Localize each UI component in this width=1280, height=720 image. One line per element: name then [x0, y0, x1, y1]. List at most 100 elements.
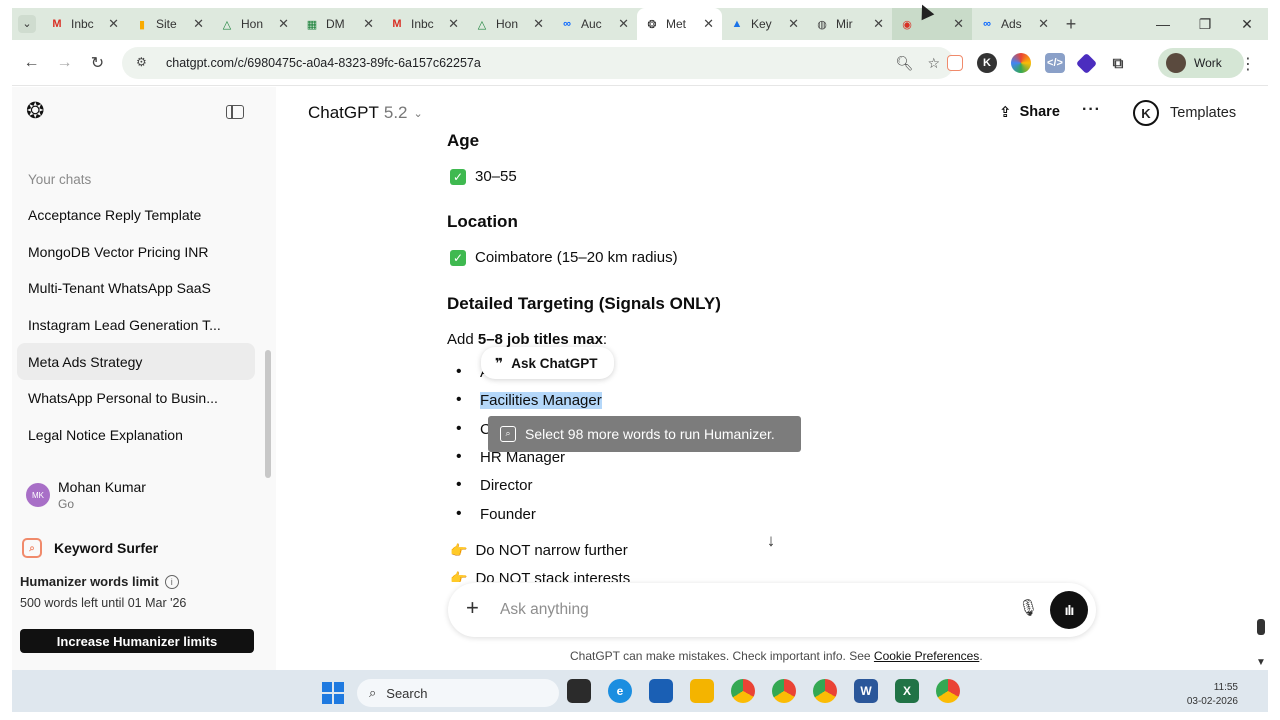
sidebar-chat-item[interactable]: WhatsApp Personal to Busin...: [17, 380, 255, 417]
browser-tab[interactable]: ∞ Auc ✕: [552, 8, 637, 40]
keyword-surfer-extension-icon[interactable]: [947, 55, 963, 71]
system-clock[interactable]: 11:55 03-02-2026: [1187, 681, 1238, 709]
close-tab-icon[interactable]: ✕: [363, 16, 374, 32]
add-attachment-icon[interactable]: +: [466, 595, 479, 621]
model-selector[interactable]: ChatGPT 5.2 ⌄: [308, 103, 423, 123]
quote-icon: ❞: [495, 354, 504, 371]
minimize-button[interactable]: —: [1142, 8, 1184, 40]
close-window-button[interactable]: ✕: [1226, 8, 1268, 40]
templates-button[interactable]: K Templates: [1133, 100, 1236, 126]
drive-icon: △: [477, 18, 487, 31]
scroll-to-bottom-button[interactable]: ↓: [757, 527, 785, 555]
sidebar-scrollbar[interactable]: [265, 350, 271, 478]
chatgpt-icon: ❂: [647, 18, 657, 31]
edge-icon[interactable]: e: [608, 679, 632, 703]
user-profile[interactable]: MK Mohan Kumar Go: [26, 479, 146, 511]
browser-tab-label: Hon: [496, 17, 519, 31]
code-extension-icon[interactable]: </>: [1045, 53, 1065, 73]
excel-icon[interactable]: X: [895, 679, 919, 703]
browser-tab[interactable]: M Inbc ✕: [382, 8, 467, 40]
keyword-surfer-link[interactable]: ⌕ Keyword Surfer: [22, 538, 158, 558]
close-tab-icon[interactable]: ✕: [193, 16, 204, 32]
chrome-icon[interactable]: [813, 679, 837, 703]
close-tab-icon[interactable]: ✕: [953, 16, 964, 32]
humanizer-tooltip-text: Select 98 more words to run Humanizer.: [525, 426, 775, 442]
browser-menu-icon[interactable]: ⋮: [1240, 54, 1256, 74]
scroll-down-arrow-icon[interactable]: ▼: [1256, 657, 1266, 668]
close-tab-icon[interactable]: ✕: [788, 16, 799, 32]
close-tab-icon[interactable]: ✕: [448, 16, 459, 32]
your-chats-heading: Your chats: [28, 172, 92, 187]
zoom-icon[interactable]: 🔍︎: [896, 55, 914, 72]
info-icon[interactable]: i: [164, 574, 179, 589]
close-tab-icon[interactable]: ✕: [278, 16, 289, 32]
profile-label: Work: [1194, 56, 1222, 70]
cookie-preferences-link[interactable]: Cookie Preferences: [874, 649, 979, 663]
more-options-icon[interactable]: ···: [1082, 101, 1101, 119]
forward-button[interactable]: →: [48, 47, 81, 79]
share-button[interactable]: ⇪ Share: [999, 103, 1060, 121]
taskbar-search[interactable]: ⌕ Search: [357, 679, 559, 707]
browser-tab[interactable]: ◍ Mir ✕: [807, 8, 892, 40]
diamond-extension-icon[interactable]: [1075, 52, 1098, 74]
close-tab-icon[interactable]: ✕: [533, 16, 544, 32]
k-extension-icon[interactable]: K: [977, 53, 997, 73]
maximize-button[interactable]: ❐: [1184, 8, 1226, 40]
sidebar-chat-item[interactable]: Instagram Lead Generation T...: [17, 307, 255, 344]
age-value: ✓ 30–55: [450, 168, 517, 185]
browser-tab[interactable]: △ Hon ✕: [212, 8, 297, 40]
windows-start-icon[interactable]: [322, 682, 344, 704]
browser-tab[interactable]: ▲ Key ✕: [722, 8, 807, 40]
color-extension-icon[interactable]: [1011, 53, 1031, 73]
task-view-icon[interactable]: [567, 679, 591, 703]
reload-button[interactable]: ↻: [81, 47, 114, 79]
new-tab-button[interactable]: +: [1057, 14, 1085, 35]
browser-tab[interactable]: ▦ DM ✕: [297, 8, 382, 40]
browser-toolbar: ← → ↻ ⚙ chatgpt.com/c/6980475c-a0a4-8323…: [12, 40, 1268, 86]
selected-text[interactable]: Facilities Manager: [480, 392, 602, 409]
close-tab-icon[interactable]: ✕: [618, 16, 629, 32]
close-tab-icon[interactable]: ✕: [873, 16, 884, 32]
browser-tab[interactable]: M Inbc ✕: [42, 8, 127, 40]
chrome-icon[interactable]: [772, 679, 796, 703]
word-icon[interactable]: W: [854, 679, 878, 703]
analytics-icon: ▮: [138, 18, 146, 31]
ask-chatgpt-label: Ask ChatGPT: [511, 355, 598, 371]
increase-humanizer-limits-button[interactable]: Increase Humanizer limits: [20, 629, 254, 653]
composer: + 🎙︎ ılı: [448, 583, 1096, 637]
close-tab-icon[interactable]: ✕: [703, 16, 714, 32]
chatgpt-logo-icon[interactable]: ❂: [26, 99, 50, 123]
sidebar-chat-item[interactable]: Acceptance Reply Template: [17, 197, 255, 234]
sidebar-chat-item[interactable]: Legal Notice Explanation: [17, 417, 255, 454]
puzzle-extensions-icon[interactable]: ⧉: [1108, 53, 1128, 73]
browser-tab[interactable]: ▮ Site ✕: [127, 8, 212, 40]
page-scrollbar[interactable]: [1257, 619, 1265, 635]
share-label: Share: [1019, 104, 1060, 120]
chrome-icon[interactable]: [936, 679, 960, 703]
sidebar-chat-item[interactable]: MongoDB Vector Pricing INR: [17, 234, 255, 271]
browser-tab[interactable]: △ Hon ✕: [467, 8, 552, 40]
address-bar[interactable]: ⚙ chatgpt.com/c/6980475c-a0a4-8323-89fc-…: [122, 47, 954, 79]
browser-tab[interactable]: ❂ Met ✕: [637, 8, 722, 40]
browser-tab[interactable]: ∞ Ads ✕: [972, 8, 1057, 40]
back-button[interactable]: ←: [15, 47, 48, 79]
sidebar-chat-item[interactable]: Meta Ads Strategy: [17, 343, 255, 380]
bookmark-star-icon[interactable]: ☆: [927, 55, 940, 72]
sidebar-toggle-icon[interactable]: [226, 105, 244, 119]
sidebar-chat-item[interactable]: Multi-Tenant WhatsApp SaaS: [17, 270, 255, 307]
clock-time: 11:55: [1213, 682, 1238, 693]
store-icon[interactable]: [649, 679, 673, 703]
close-tab-icon[interactable]: ✕: [1038, 16, 1049, 32]
close-tab-icon[interactable]: ✕: [108, 16, 119, 32]
microphone-icon[interactable]: 🎙︎: [1018, 598, 1038, 618]
chrome-icon[interactable]: [731, 679, 755, 703]
ask-chatgpt-popup[interactable]: ❞ Ask ChatGPT: [481, 347, 614, 379]
window-controls: — ❐ ✕: [1142, 8, 1268, 40]
tab-search-button[interactable]: ⌄: [12, 8, 42, 40]
voice-mode-button[interactable]: ılı: [1050, 591, 1088, 629]
prompt-input[interactable]: [500, 597, 1000, 623]
file-explorer-icon[interactable]: [690, 679, 714, 703]
profile-button[interactable]: Work: [1158, 48, 1244, 78]
site-info-icon[interactable]: ⚙: [136, 55, 152, 71]
sheets-icon: ▦: [306, 18, 318, 31]
